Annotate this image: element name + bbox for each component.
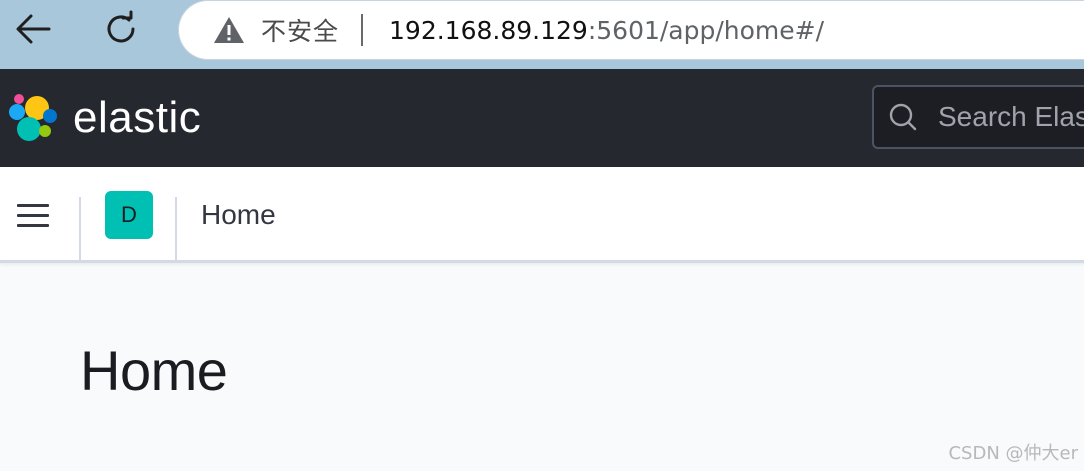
nav-divider — [79, 197, 81, 263]
arrow-left-icon — [16, 14, 51, 44]
brand-name[interactable]: elastic — [73, 93, 201, 143]
elastic-logo-icon[interactable] — [8, 93, 58, 143]
back-button[interactable] — [12, 8, 54, 50]
search-icon — [889, 103, 917, 131]
reload-button[interactable] — [100, 8, 142, 50]
hamburger-menu-icon[interactable] — [10, 195, 56, 235]
kibana-header: elastic — [0, 69, 1084, 167]
nav-divider — [175, 197, 177, 263]
address-bar[interactable]: 不安全 192.168.89.129:5601/app/home#/ — [178, 0, 1084, 60]
address-divider — [361, 14, 364, 46]
breadcrumb: Home — [201, 199, 276, 230]
browser-toolbar: 不安全 192.168.89.129:5601/app/home#/ — [0, 0, 1084, 69]
search-input[interactable] — [938, 101, 1084, 133]
menu-bar — [17, 213, 49, 217]
url-host: 192.168.89.129 — [389, 15, 588, 45]
menu-bar — [17, 223, 49, 227]
reload-icon — [107, 10, 135, 43]
menu-bar — [17, 203, 49, 207]
space-avatar[interactable]: D — [105, 191, 153, 239]
security-status-label[interactable]: 不安全 — [261, 12, 339, 48]
warning-triangle-icon[interactable] — [213, 15, 245, 45]
page-title: Home — [80, 339, 228, 402]
global-search[interactable] — [872, 85, 1084, 149]
secondary-nav: D Home — [0, 167, 1084, 263]
watermark: CSDN @仲大er — [948, 443, 1078, 464]
url-path: :5601/app/home#/ — [587, 15, 825, 45]
